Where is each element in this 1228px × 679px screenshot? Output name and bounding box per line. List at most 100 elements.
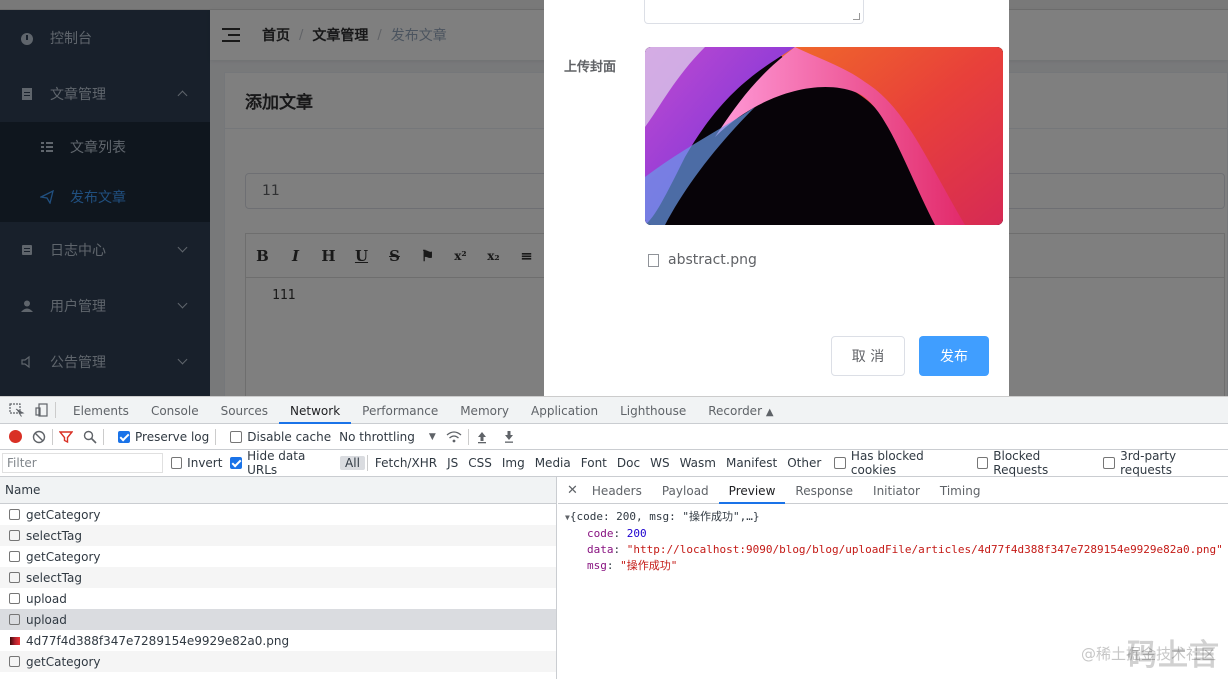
inspect-element-icon[interactable] — [9, 403, 25, 417]
request-type-icon — [9, 614, 20, 625]
invert-checkbox[interactable] — [170, 457, 183, 469]
invert-label: Invert — [187, 456, 223, 470]
tab-recorder[interactable]: Recorder ▲ — [697, 397, 784, 424]
blocked-cookies-checkbox[interactable] — [834, 457, 846, 469]
type-filter-ws[interactable]: WS — [645, 456, 674, 470]
type-filter-manifest[interactable]: Manifest — [721, 456, 782, 470]
cover-label: 上传封面 — [564, 60, 617, 75]
name-column-header[interactable]: Name — [0, 477, 556, 504]
disable-cache-checkbox[interactable] — [230, 430, 243, 443]
request-row[interactable]: selectTag — [0, 567, 556, 588]
publish-button[interactable]: 发布 — [919, 336, 989, 376]
preview-data-row: data: "http://localhost:9090/blog/blog/u… — [587, 543, 1223, 556]
detail-tab-bar: ✕ Headers Payload Preview Response Initi… — [558, 477, 1228, 504]
throttling-select[interactable]: No throttling — [339, 430, 415, 444]
clear-icon[interactable] — [32, 430, 46, 444]
third-party-checkbox[interactable] — [1103, 457, 1116, 469]
toolbar-divider — [467, 428, 469, 445]
tab-payload[interactable]: Payload — [652, 477, 719, 504]
request-row[interactable]: getCategory — [0, 546, 556, 567]
tab-headers[interactable]: Headers — [582, 477, 652, 504]
flask-icon: ▲ — [765, 406, 774, 418]
request-type-icon — [9, 509, 20, 520]
type-filter-wasm[interactable]: Wasm — [675, 456, 721, 470]
type-filter-doc[interactable]: Doc — [612, 456, 645, 470]
type-filter-js[interactable]: JS — [442, 456, 463, 470]
export-har-icon[interactable] — [502, 430, 516, 444]
tab-console[interactable]: Console — [140, 397, 210, 424]
request-row[interactable]: selectTag — [0, 525, 556, 546]
toolbar-divider — [366, 455, 368, 471]
import-har-icon[interactable] — [475, 430, 489, 444]
record-icon[interactable] — [9, 430, 22, 443]
cancel-button[interactable]: 取 消 — [831, 336, 905, 376]
filter-input[interactable]: Filter — [2, 453, 163, 473]
request-name: selectTag — [26, 570, 82, 585]
preview-root[interactable]: ▼{code: 200, msg: "操作成功",…} — [565, 509, 1228, 526]
cover-image — [645, 47, 1003, 225]
tab-timing[interactable]: Timing — [930, 477, 991, 504]
request-row[interactable]: upload — [0, 588, 556, 609]
uploaded-file-item[interactable]: abstract.png — [648, 252, 757, 268]
blocked-requests-checkbox[interactable] — [976, 457, 989, 469]
app-window: 控制台 文章管理 文章列表 发布文章 日志中心 — [0, 0, 1228, 396]
toolbar-divider — [55, 402, 56, 418]
preserve-log-checkbox[interactable] — [118, 430, 130, 443]
preview-key: data — [587, 543, 614, 556]
file-name: abstract.png — [668, 252, 757, 268]
tab-sources[interactable]: Sources — [210, 397, 279, 424]
request-type-icon — [9, 572, 20, 583]
request-name: upload — [26, 612, 67, 627]
request-row[interactable]: getCategory — [0, 504, 556, 525]
response-preview: ▼{code: 200, msg: "操作成功",…} code: 200 da… — [558, 504, 1228, 574]
tab-memory[interactable]: Memory — [449, 397, 520, 424]
request-row[interactable]: getCategory — [0, 651, 556, 672]
tab-lighthouse[interactable]: Lighthouse — [609, 397, 697, 424]
toolbar-divider — [215, 428, 217, 445]
third-party-label: 3rd-party requests — [1120, 449, 1177, 477]
request-row-selected[interactable]: upload — [0, 609, 556, 630]
devtools-panel: Elements Console Sources Network Perform… — [0, 396, 1228, 679]
tab-performance[interactable]: Performance — [351, 397, 449, 424]
type-filter-other[interactable]: Other — [782, 456, 826, 470]
type-filter-font[interactable]: Font — [576, 456, 612, 470]
blocked-requests-label: Blocked Requests — [993, 449, 1049, 477]
type-filter-fetch-xhr[interactable]: Fetch/XHR — [370, 456, 442, 470]
tab-application[interactable]: Application — [520, 397, 609, 424]
hide-data-urls-checkbox[interactable] — [230, 457, 243, 469]
image-thumbnail-icon — [10, 636, 20, 645]
type-filter-img[interactable]: Img — [497, 456, 530, 470]
request-name: getCategory — [26, 654, 101, 669]
cover-image-uploader[interactable] — [645, 47, 1003, 225]
preview-key: msg — [587, 559, 607, 572]
type-filter-css[interactable]: CSS — [463, 456, 497, 470]
hide-data-urls-label: Hide data URLs — [247, 449, 306, 477]
close-icon[interactable]: ✕ — [567, 483, 578, 498]
request-row[interactable]: 4d77f4d388f347e7289154e9929e82a0.png — [0, 630, 556, 651]
file-icon — [648, 253, 659, 267]
preserve-log-label: Preserve log — [135, 429, 210, 444]
tab-network[interactable]: Network — [279, 397, 352, 424]
type-filter-all[interactable]: All — [340, 456, 365, 470]
resize-grip-icon[interactable] — [853, 13, 860, 20]
toolbar-divider — [103, 428, 104, 445]
summary-textarea[interactable] — [644, 0, 864, 24]
request-type-icon — [9, 593, 20, 604]
dropdown-arrow-icon[interactable]: ▼ — [429, 432, 436, 442]
filter-icon[interactable] — [58, 430, 74, 444]
request-list: Name getCategory selectTag getCategory s… — [0, 477, 557, 679]
request-type-icon — [9, 530, 20, 541]
tab-response[interactable]: Response — [785, 477, 863, 504]
tab-preview[interactable]: Preview — [718, 477, 786, 504]
tab-elements[interactable]: Elements — [62, 397, 140, 424]
request-type-icon — [9, 551, 20, 562]
preview-value: 200 — [626, 527, 647, 540]
search-icon[interactable] — [83, 430, 97, 444]
watermark-logo: 码上言 — [1127, 638, 1220, 673]
device-toolbar-icon[interactable] — [35, 403, 49, 417]
preview-code-row: code: 200 — [587, 527, 647, 540]
request-name: getCategory — [26, 507, 101, 522]
tab-initiator[interactable]: Initiator — [863, 477, 930, 504]
type-filter-media[interactable]: Media — [530, 456, 576, 470]
network-conditions-icon[interactable] — [446, 430, 462, 444]
